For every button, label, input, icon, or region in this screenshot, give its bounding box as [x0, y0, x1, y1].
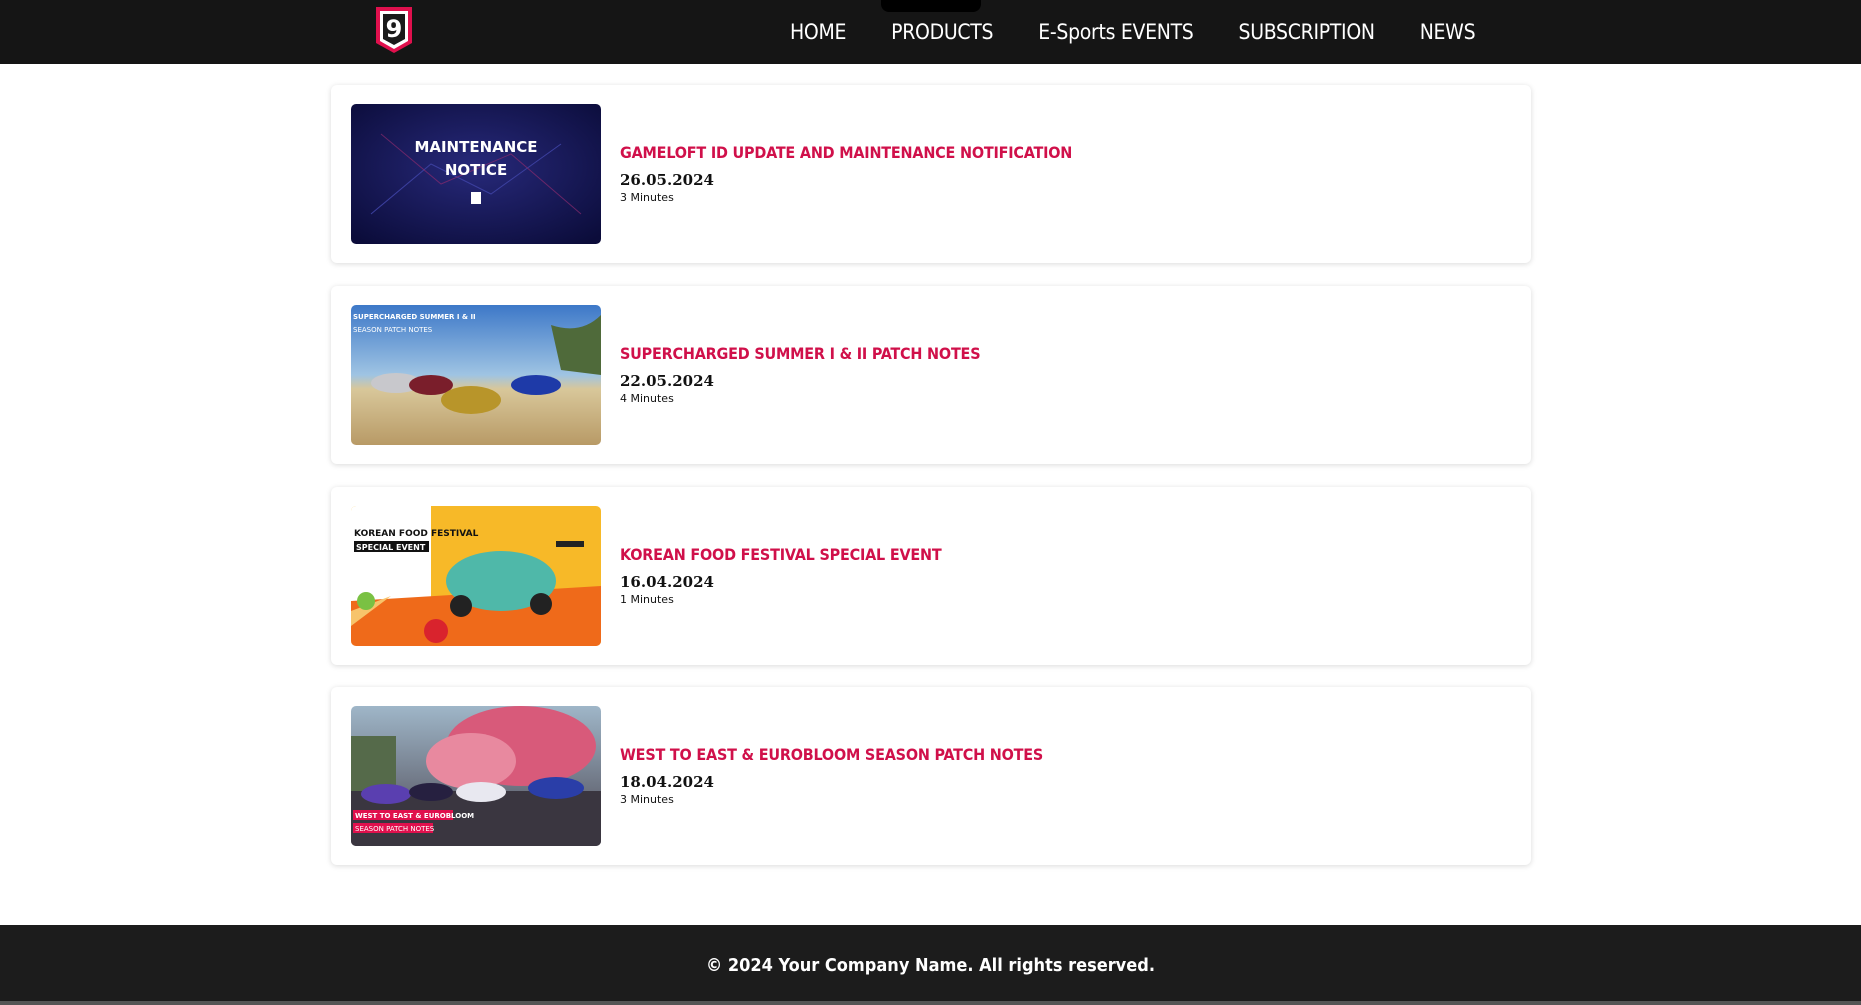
thumb-text-line1: WEST TO EAST & EUROBLOOM [355, 812, 474, 820]
nav-esports-events[interactable]: E-Sports EVENTS [1038, 20, 1194, 44]
footer-copyright: © 2024 Your Company Name. All rights res… [706, 954, 1155, 976]
news-title[interactable]: KOREAN FOOD FESTIVAL SPECIAL EVENT [620, 545, 942, 564]
nav-home[interactable]: HOME [790, 20, 846, 44]
news-date: 18.04.2024 [620, 773, 714, 791]
asphalt-9-logo[interactable]: 9 [373, 5, 415, 55]
news-thumbnail[interactable]: SUPERCHARGED SUMMER I & II SEASON PATCH … [351, 305, 601, 445]
thumb-text-line1: SUPERCHARGED SUMMER I & II [353, 313, 476, 321]
nav-products[interactable]: PRODUCTS [891, 20, 993, 44]
news-card[interactable]: MAINTENANCE NOTICE GAMELOFT ID UPDATE AN… [331, 85, 1531, 263]
nav-news[interactable]: NEWS [1420, 20, 1476, 44]
news-thumbnail[interactable]: WEST TO EAST & EUROBLOOM SEASON PATCH NO… [351, 706, 601, 846]
thumb-text-line1: MAINTENANCE [414, 138, 537, 156]
thumb-text-line2: SPECIAL EVENT [356, 543, 426, 552]
nav-subscription[interactable]: SUBSCRIPTION [1239, 20, 1376, 44]
news-title[interactable]: GAMELOFT ID UPDATE AND MAINTENANCE NOTIF… [620, 143, 1072, 162]
news-title[interactable]: WEST TO EAST & EUROBLOOM SEASON PATCH NO… [620, 745, 1043, 764]
news-card[interactable]: WEST TO EAST & EUROBLOOM SEASON PATCH NO… [331, 687, 1531, 865]
news-date: 22.05.2024 [620, 372, 714, 390]
news-read-time: 3 Minutes [620, 191, 674, 204]
main-nav: HOME PRODUCTS E-Sports EVENTS SUBSCRIPTI… [790, 0, 1520, 64]
news-card[interactable]: KOREAN FOOD FESTIVAL SPECIAL EVENT KOREA… [331, 487, 1531, 665]
news-read-time: 4 Minutes [620, 392, 674, 405]
top-navbar: 9 HOME PRODUCTS E-Sports EVENTS SUBSCRIP… [0, 0, 1861, 64]
news-date: 26.05.2024 [620, 171, 714, 189]
news-title[interactable]: SUPERCHARGED SUMMER I & II PATCH NOTES [620, 344, 981, 363]
news-thumbnail[interactable]: MAINTENANCE NOTICE [351, 104, 601, 244]
news-date: 16.04.2024 [620, 573, 714, 591]
thumb-text-line2: SEASON PATCH NOTES [355, 825, 435, 833]
thumb-text-line1: KOREAN FOOD FESTIVAL [354, 529, 479, 539]
thumb-text-line2: SEASON PATCH NOTES [353, 326, 433, 334]
svg-text:9: 9 [386, 15, 403, 43]
news-card[interactable]: SUPERCHARGED SUMMER I & II SEASON PATCH … [331, 286, 1531, 464]
news-read-time: 3 Minutes [620, 793, 674, 806]
news-read-time: 1 Minutes [620, 593, 674, 606]
news-thumbnail[interactable]: KOREAN FOOD FESTIVAL SPECIAL EVENT [351, 506, 601, 646]
page-footer: © 2024 Your Company Name. All rights res… [0, 925, 1861, 1005]
thumb-text-line2: NOTICE [445, 161, 507, 179]
footer-divider [0, 1001, 1861, 1005]
